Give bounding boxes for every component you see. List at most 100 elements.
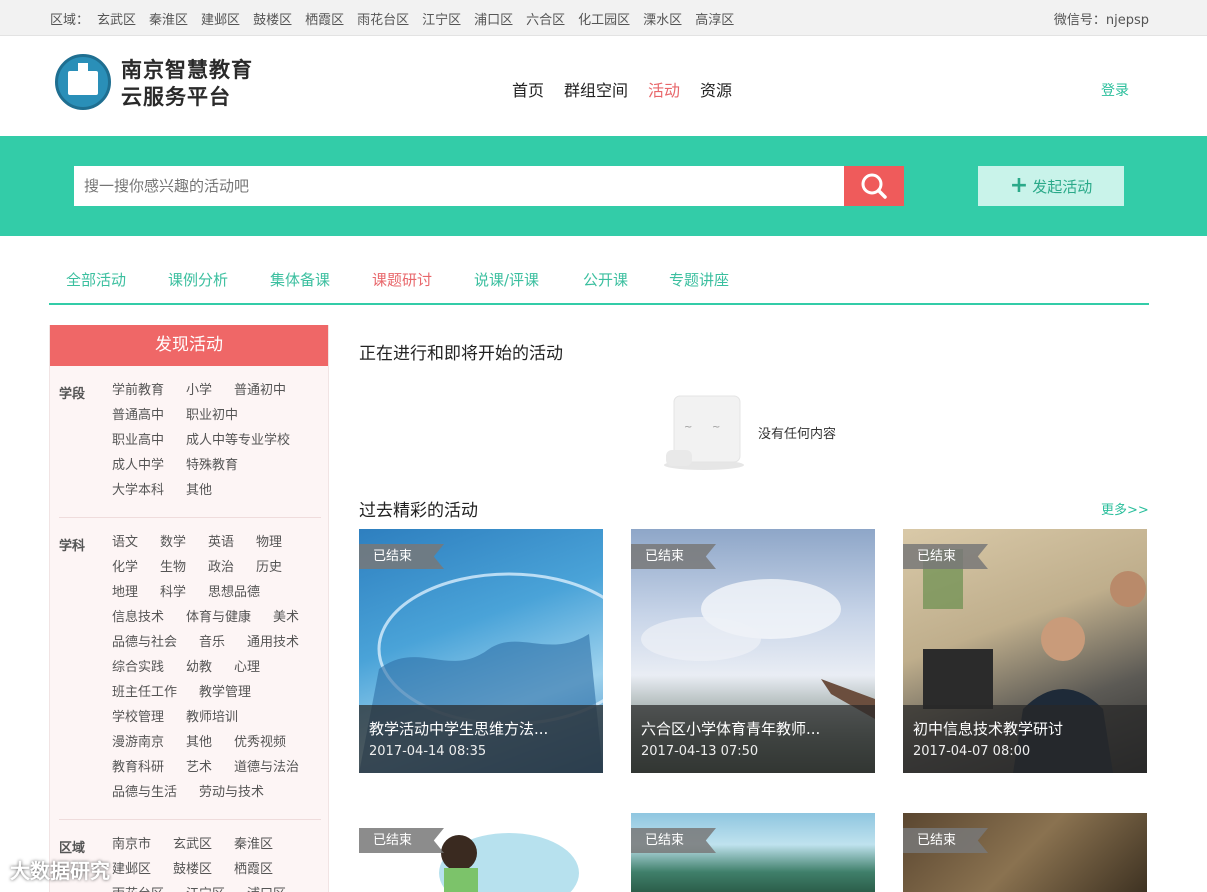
- filter-item[interactable]: 通用技术: [247, 635, 299, 660]
- activity-card[interactable]: 已结束 初中信息技术教学研讨 2017-04-07 08:00: [903, 529, 1147, 773]
- filter-item[interactable]: 特殊教育: [186, 458, 238, 483]
- tab-group-prep[interactable]: 集体备课: [270, 269, 330, 290]
- filter-item[interactable]: 劳动与技术: [199, 785, 264, 810]
- region-link-qixia[interactable]: 栖霞区: [305, 9, 344, 28]
- filter-item[interactable]: 职业高中: [112, 433, 164, 458]
- filter-item[interactable]: 心理: [234, 660, 260, 685]
- nav-groups[interactable]: 群组空间: [564, 77, 628, 101]
- tab-open-class[interactable]: 公开课: [583, 269, 628, 290]
- filter-item[interactable]: 幼教: [186, 660, 212, 685]
- filter-items: 学前教育 小学 普通初中普通高中 职业初中 职业高中 成人中等专业学校 成人中学 特殊教育 大学…: [112, 383, 322, 508]
- tab-topic-discussion[interactable]: 课题研讨: [372, 269, 432, 290]
- filter-item[interactable]: 江宁区: [186, 887, 225, 892]
- filter-item[interactable]: 思想品德: [208, 585, 260, 610]
- nav-activities[interactable]: 活动: [648, 77, 680, 101]
- filter-item[interactable]: 教师培训: [186, 710, 238, 735]
- region-link-jianye[interactable]: 建邺区: [201, 9, 240, 28]
- region-link-lishui[interactable]: 溧水区: [643, 9, 682, 28]
- filter-item[interactable]: 浦口区: [247, 887, 286, 892]
- filter-item[interactable]: 建邺区: [112, 862, 151, 887]
- filter-item[interactable]: 栖霞区: [234, 862, 273, 887]
- filter-item[interactable]: 地理: [112, 585, 138, 610]
- tab-all-activities[interactable]: 全部活动: [66, 269, 126, 290]
- filter-item[interactable]: 职业初中: [186, 408, 238, 433]
- filter-item[interactable]: 道德与法治: [234, 760, 299, 785]
- school-emblem-icon[interactable]: [55, 54, 111, 110]
- activity-card[interactable]: 已结束 六合区小学体育青年教师... 2017-04-13 07:50: [631, 529, 875, 773]
- logo-line-1: 南京智慧教育: [121, 58, 253, 82]
- filter-item[interactable]: 教育科研: [112, 760, 164, 785]
- discover-sidebar: 发现活动 学段 学前教育 小学 普通初中 普通高中 职业初中 职业高中 成人中等专业学校 成人…: [49, 325, 329, 892]
- filter-item[interactable]: 品德与生活: [112, 785, 177, 810]
- filter-item[interactable]: 学前教育: [112, 383, 164, 408]
- filter-item[interactable]: 漫游南京: [112, 735, 164, 760]
- filter-item[interactable]: 普通高中: [112, 408, 164, 433]
- region-link-xuanwu[interactable]: 玄武区: [97, 9, 136, 28]
- region-link-pukou[interactable]: 浦口区: [474, 9, 513, 28]
- filter-item[interactable]: 其他: [186, 735, 212, 760]
- filter-item[interactable]: 生物: [160, 560, 186, 585]
- site-logo-text[interactable]: 南京智慧教育 云服务平台: [121, 57, 253, 111]
- region-link-huagongyuan[interactable]: 化工园区: [578, 9, 630, 28]
- activity-card[interactable]: 已结束: [631, 813, 875, 892]
- filter-item[interactable]: 物理: [256, 535, 282, 560]
- filter-item[interactable]: 其他: [186, 483, 212, 508]
- empty-scroll-icon: ~ ~: [664, 395, 744, 470]
- empty-message: 没有任何内容: [758, 427, 837, 442]
- filter-item[interactable]: 教学管理: [199, 685, 251, 710]
- tab-case-analysis[interactable]: 课例分析: [168, 269, 228, 290]
- filter-item[interactable]: 品德与社会: [112, 635, 177, 660]
- activity-card[interactable]: 已结束: [903, 813, 1147, 892]
- nav-resources[interactable]: 资源: [700, 77, 732, 101]
- filter-item[interactable]: 科学: [160, 585, 186, 610]
- filter-item[interactable]: 体育与健康: [186, 610, 251, 635]
- filter-item[interactable]: 小学: [186, 383, 212, 408]
- filter-item[interactable]: 班主任工作: [112, 685, 177, 710]
- category-tabs: 全部活动 课例分析 集体备课 课题研讨 说课/评课 公开课 专题讲座: [49, 237, 1149, 305]
- filter-item[interactable]: 优秀视频: [234, 735, 286, 760]
- filter-item[interactable]: 大学本科: [112, 483, 164, 508]
- filter-item[interactable]: 普通初中: [234, 383, 286, 408]
- filter-item[interactable]: 成人中学: [112, 458, 164, 483]
- region-link-qinhuai[interactable]: 秦淮区: [149, 9, 188, 28]
- filter-item[interactable]: 英语: [208, 535, 234, 560]
- filter-item[interactable]: 玄武区: [173, 837, 212, 862]
- filter-item[interactable]: 鼓楼区: [173, 862, 212, 887]
- top-bar: 区域： 玄武区 秦淮区 建邺区 鼓楼区 栖霞区 雨花台区 江宁区 浦口区 六合区…: [0, 0, 1207, 36]
- region-link-jiangning[interactable]: 江宁区: [422, 9, 461, 28]
- card-caption: 初中信息技术教学研讨 2017-04-07 08:00: [903, 705, 1147, 773]
- card-caption: 六合区小学体育青年教师... 2017-04-13 07:50: [631, 705, 875, 773]
- filter-item[interactable]: 南京市: [112, 837, 151, 862]
- svg-text:~: ~: [684, 422, 692, 433]
- filter-item[interactable]: 艺术: [186, 760, 212, 785]
- tab-lesson-review[interactable]: 说课/评课: [474, 269, 539, 290]
- filter-item[interactable]: 雨花台区: [112, 887, 164, 892]
- tab-lectures[interactable]: 专题讲座: [669, 269, 729, 290]
- region-link-liuhe[interactable]: 六合区: [526, 9, 565, 28]
- filter-item[interactable]: 学校管理: [112, 710, 164, 735]
- region-link-yuhuatai[interactable]: 雨花台区: [357, 9, 409, 28]
- activity-search-input[interactable]: [74, 166, 844, 206]
- filter-item[interactable]: 历史: [256, 560, 282, 585]
- filter-item[interactable]: 综合实践: [112, 660, 164, 685]
- search-button[interactable]: [844, 166, 904, 206]
- filter-item[interactable]: 成人中等专业学校: [186, 433, 290, 458]
- more-link[interactable]: 更多>>: [1101, 499, 1149, 518]
- login-link[interactable]: 登录: [1101, 80, 1129, 100]
- sidebar-title: 发现活动: [50, 325, 328, 366]
- start-activity-button[interactable]: + 发起活动: [978, 166, 1124, 206]
- filter-item[interactable]: 化学: [112, 560, 138, 585]
- region-link-gulou[interactable]: 鼓楼区: [253, 9, 292, 28]
- filter-item[interactable]: 美术: [273, 610, 299, 635]
- filter-item[interactable]: 秦淮区: [234, 837, 273, 862]
- card-date: 2017-04-07 08:00: [913, 744, 1031, 759]
- filter-item[interactable]: 政治: [208, 560, 234, 585]
- region-link-gaochun[interactable]: 高淳区: [695, 9, 734, 28]
- filter-item[interactable]: 数学: [160, 535, 186, 560]
- filter-item[interactable]: 语文: [112, 535, 138, 560]
- filter-item[interactable]: 信息技术: [112, 610, 164, 635]
- activity-card[interactable]: 已结束 教学活动中学生思维方法... 2017-04-14 08:35: [359, 529, 603, 773]
- filter-item[interactable]: 音乐: [199, 635, 225, 660]
- nav-home[interactable]: 首页: [512, 77, 544, 101]
- activity-card[interactable]: 已结束: [359, 813, 603, 892]
